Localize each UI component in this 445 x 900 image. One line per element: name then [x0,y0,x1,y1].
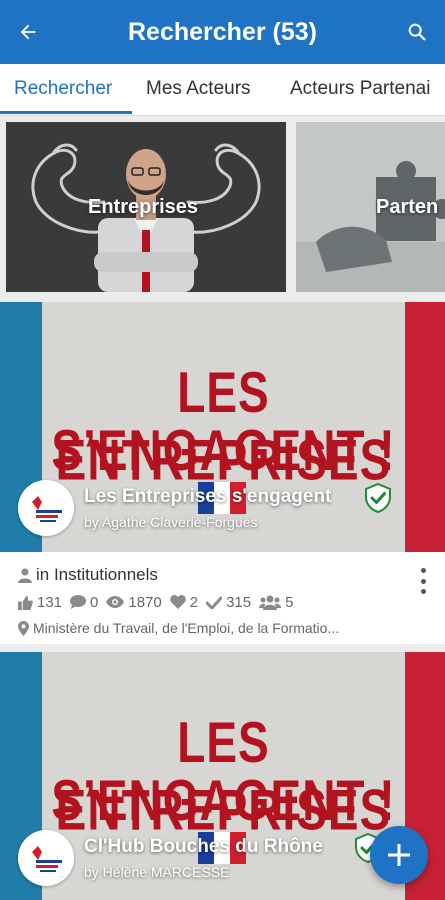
heart-icon [170,595,186,609]
category-label: Parten [376,196,439,218]
card-info: in Institutionnels 131 0 1870 2 315 5 Mi… [18,564,418,636]
page-title: Rechercher (53) [128,18,317,46]
group-icon [259,595,282,610]
checks-stat: 315 [206,594,251,611]
views-stat: 1870 [106,594,162,611]
comment-icon [70,595,87,609]
card-stats: 131 0 1870 2 315 5 [18,592,418,612]
map-marker-icon [18,620,29,636]
plus-icon [388,844,410,866]
search-icon [408,23,426,41]
tab-acteurs-partenaires[interactable]: Acteurs Partenai [290,64,430,115]
active-tab-indicator [0,111,132,114]
members-stat: 5 [259,594,293,611]
card-location: Ministère du Travail, de l'Emploi, de la… [33,620,340,636]
tab-bar: Rechercher Mes Acteurs Acteurs Partenai [0,64,445,116]
search-button[interactable] [401,16,433,48]
kebab-dot [420,578,426,584]
more-options-button[interactable] [413,568,433,594]
rooster-logo [18,830,74,886]
category-tile-entreprises[interactable]: Entreprises [6,122,286,292]
user-icon [18,568,32,583]
eye-icon [106,596,125,608]
comments-stat: 0 [70,594,98,611]
avatar[interactable] [18,480,74,536]
banner-text: S’ENGAGENT ! [51,767,396,833]
tab-rechercher[interactable]: Rechercher [14,64,112,115]
add-button[interactable] [370,826,428,884]
app-bar: Rechercher (53) [0,0,445,64]
thumbs-up-icon [18,595,33,610]
kebab-dot [420,589,426,594]
check-icon [206,596,223,609]
card-title: Cl'Hub Bouches du Rhône [84,836,323,857]
rooster-logo [18,480,74,536]
banner-text: S’ENGAGENT ! [51,417,396,483]
app-screen: Rechercher (53) Rechercher Mes Acteurs A… [0,0,445,900]
card-title: Les Entreprises s'engagent [84,486,332,507]
avatar[interactable] [18,830,74,886]
tab-mes-acteurs[interactable]: Mes Acteurs [146,64,251,115]
hearts-stat: 2 [170,594,198,611]
card-category: in Institutionnels [36,565,158,584]
likes-stat: 131 [18,594,62,611]
category-label: Entreprises [88,196,199,218]
card-author: by Agathe Claverie-Forgues [84,514,258,530]
card-banner: LES ENTREPRISES S’ENGAGENT ! Les Entrepr… [0,302,445,552]
card-author: by Hélène MARCESSE [84,864,230,880]
verified-shield-icon [365,482,391,514]
category-tile-partenaires[interactable]: Parten [296,122,445,292]
kebab-dot [420,568,426,573]
actor-card[interactable]: LES ENTREPRISES S’ENGAGENT ! Les Entrepr… [0,302,445,644]
